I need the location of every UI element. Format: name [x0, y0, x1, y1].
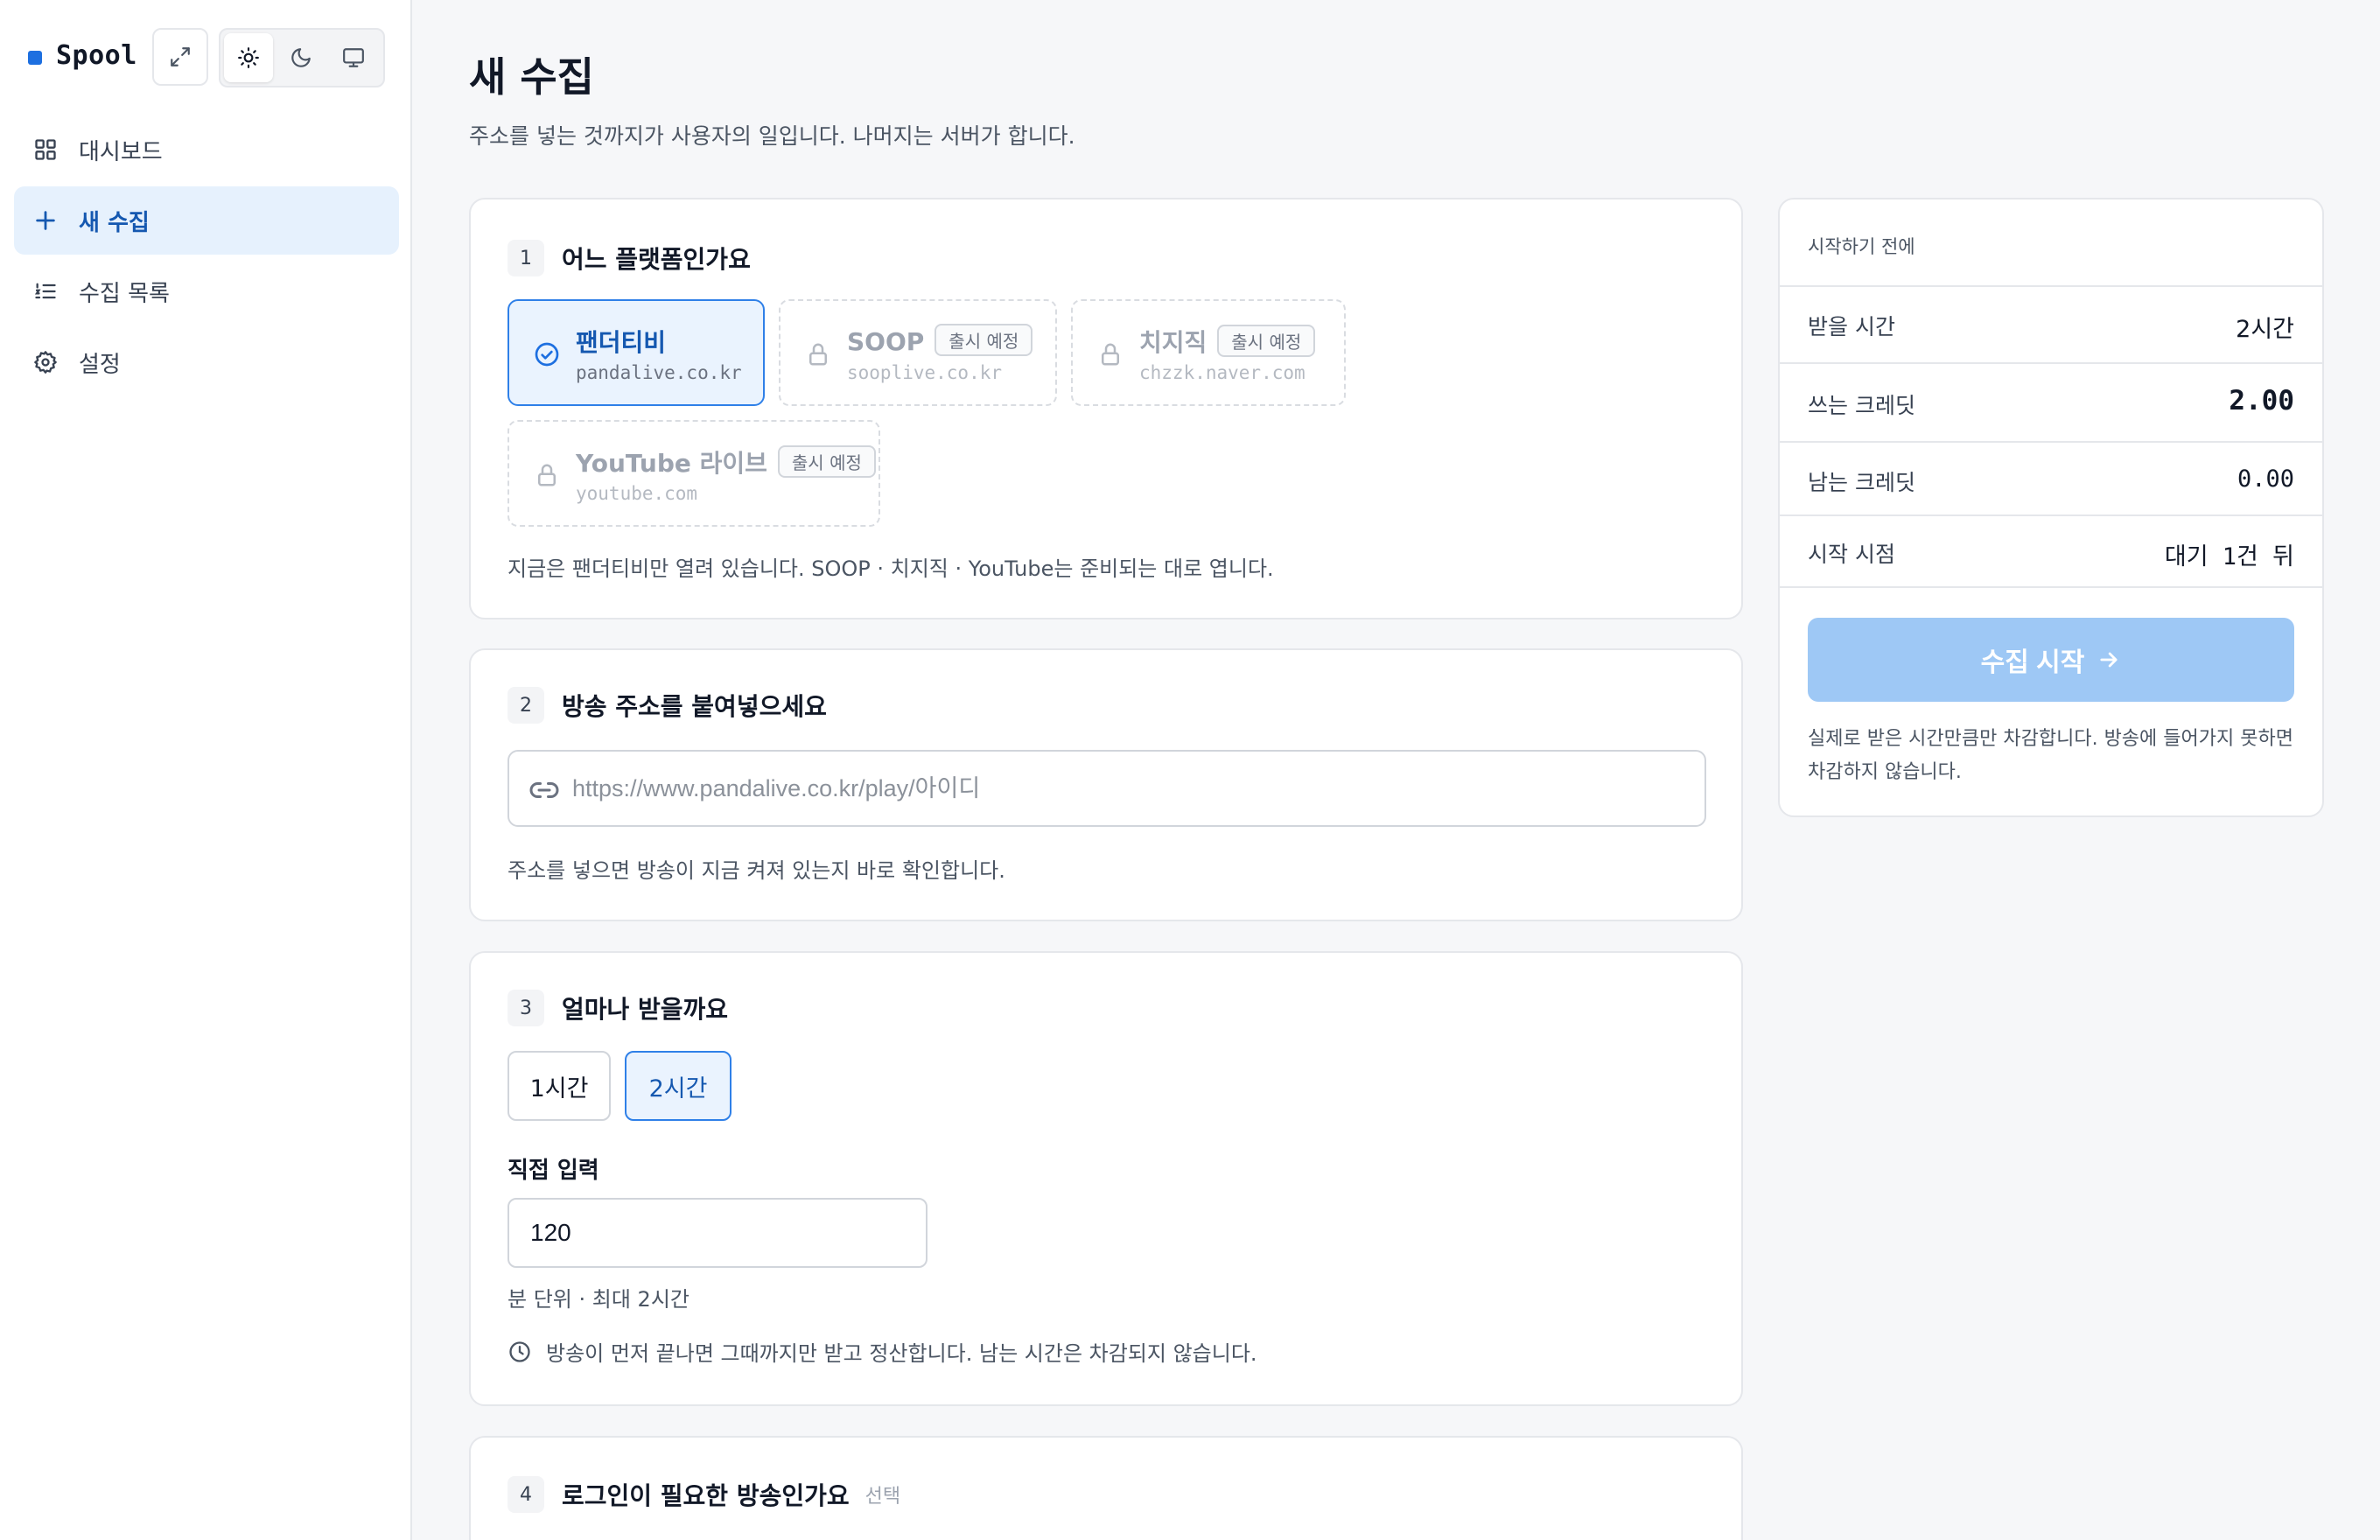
- step-header: 1 어느 플랫폼인가요: [508, 240, 751, 276]
- url-help-text: 주소를 넣으면 방송이 지금 켜져 있는지 바로 확인합니다.: [508, 858, 1005, 883]
- duration-note: 방송이 먼저 끝나면 그때까지만 받고 정산합니다. 남는 시간은 차감되지 않…: [508, 1336, 1257, 1367]
- step-login-card: 4 로그인이 필요한 방송인가요 선택: [469, 1436, 1743, 1540]
- summary-value: 2.00: [2229, 385, 2294, 416]
- stream-url-field: [508, 750, 1706, 827]
- platform-name-text: YouTube 라이브: [576, 449, 767, 478]
- light-theme-button[interactable]: [224, 33, 273, 82]
- sidebar-item-new-collection[interactable]: 새 수집: [14, 186, 399, 255]
- step-title: 얼마나 받을까요: [562, 995, 729, 1024]
- coming-soon-badge: 출시 예정: [777, 445, 876, 478]
- step-title: 로그인이 필요한 방송인가요: [562, 1481, 850, 1510]
- summary-note: 실제로 받은 시간만큼만 차감합니다. 방송에 들어가지 못하면 차감하지 않습…: [1808, 728, 2293, 783]
- platform-option-chzzk: 치지직 출시 예정 chzzk.naver.com: [1071, 299, 1346, 406]
- summary-row-credits-left: 남는 크레딧 0.00: [1780, 441, 2322, 514]
- summary-heading: 시작하기 전에: [1808, 236, 1915, 257]
- step-url-card: 2 방송 주소를 붙여넣으세요 주소를 넣으면 방송이 지금 켜져 있는지 바로…: [469, 648, 1743, 921]
- start-collection-button[interactable]: 수집 시작: [1808, 618, 2294, 702]
- moon-icon: [291, 48, 311, 67]
- platform-option-youtube: YouTube 라이브 출시 예정 youtube.com: [508, 420, 880, 527]
- brand-row: Spool: [0, 26, 412, 89]
- sidebar-item-settings[interactable]: 설정: [14, 328, 399, 396]
- sidebar-item-label: 설정: [79, 351, 121, 378]
- step-duration-card: 3 얼마나 받을까요 1시간 2시간 직접 입력 분 단위 · 최대 2시간 방…: [469, 951, 1743, 1406]
- duration-option-2h[interactable]: 2시간: [625, 1051, 732, 1121]
- summary-row-credits-used: 쓰는 크레딧 2.00: [1780, 362, 2322, 441]
- summary-key: 받을 시간: [1808, 314, 1895, 340]
- expand-icon: [171, 47, 190, 66]
- sidebar-item-label: 새 수집: [79, 209, 150, 236]
- custom-duration-field: [508, 1198, 928, 1268]
- dashboard-icon: [32, 136, 60, 164]
- summary-panel: 시작하기 전에 받을 시간 2시간 쓰는 크레딧 2.00 남는 크레딧 0.0…: [1778, 198, 2324, 817]
- summary-key: 시작 시점: [1808, 542, 1895, 567]
- custom-duration-label: 직접 입력: [508, 1158, 599, 1184]
- custom-duration-input[interactable]: [530, 1200, 906, 1266]
- step-title: 어느 플랫폼인가요: [562, 245, 751, 274]
- page-subtitle: 주소를 넣는 것까지가 사용자의 일입니다. 나머지는 서버가 합니다.: [469, 123, 1075, 149]
- start-button-label: 수집 시작: [1980, 648, 2085, 677]
- expand-button[interactable]: [152, 28, 208, 86]
- platform-domain: sooplive.co.kr: [847, 362, 1003, 383]
- sidebar-nav: 대시보드 새 수집 수집 목록 설정: [14, 116, 399, 399]
- stream-url-input[interactable]: [572, 752, 1692, 825]
- step-platform-card: 1 어느 플랫폼인가요 팬더티비 pandalive.co.kr SOOP 출시 …: [469, 198, 1743, 620]
- system-theme-button[interactable]: [329, 33, 378, 82]
- summary-row-start-time: 시작 시점 대기 1건 뒤: [1780, 514, 2322, 588]
- coming-soon-badge: 출시 예정: [1217, 325, 1316, 357]
- platform-name: 치지직 출시 예정: [1139, 324, 1316, 359]
- check-circle-icon: [532, 340, 562, 369]
- summary-row-duration: 받을 시간 2시간: [1780, 285, 2322, 362]
- platform-name: SOOP 출시 예정: [847, 324, 1033, 356]
- step-number: 1: [508, 240, 544, 276]
- summary-value: 2시간: [2236, 316, 2294, 343]
- step-number: 4: [508, 1476, 544, 1513]
- sidebar-item-label: 대시보드: [79, 138, 163, 165]
- brand-logo-icon: [28, 51, 42, 65]
- sidebar-item-collection-list[interactable]: 수집 목록: [14, 257, 399, 326]
- duration-option-1h[interactable]: 1시간: [508, 1051, 611, 1121]
- platform-domain: youtube.com: [576, 483, 698, 504]
- step-header: 4 로그인이 필요한 방송인가요 선택: [508, 1476, 900, 1513]
- link-icon: [529, 782, 559, 798]
- duration-unit-help: 분 단위 · 최대 2시간: [508, 1287, 690, 1312]
- clock-icon: [509, 1340, 530, 1362]
- summary-value: 0.00: [2236, 466, 2294, 493]
- step-title: 방송 주소를 붙여넣으세요: [562, 692, 827, 721]
- sidebar-item-dashboard[interactable]: 대시보드: [14, 116, 399, 184]
- platform-name: YouTube 라이브 출시 예정: [576, 444, 876, 480]
- brand-name: Spool: [56, 40, 137, 71]
- lock-icon: [803, 340, 833, 369]
- step-header: 2 방송 주소를 붙여넣으세요: [508, 687, 827, 724]
- duration-note-text: 방송이 먼저 끝나면 그때까지만 받고 정산합니다. 남는 시간은 차감되지 않…: [546, 1341, 1257, 1366]
- sun-icon: [238, 47, 259, 68]
- sidebar-item-label: 수집 목록: [79, 280, 170, 307]
- platform-name-text: 치지직: [1139, 328, 1208, 357]
- platform-domain: chzzk.naver.com: [1139, 362, 1306, 383]
- page-title: 새 수집: [469, 53, 594, 101]
- platform-option-pandatv[interactable]: 팬더티비 pandalive.co.kr: [508, 299, 765, 406]
- plus-icon: [32, 206, 60, 234]
- platform-option-soop: SOOP 출시 예정 sooplive.co.kr: [779, 299, 1057, 406]
- theme-switcher: [219, 28, 385, 88]
- gear-icon: [32, 348, 60, 376]
- optional-label: 선택: [864, 1486, 901, 1508]
- sidebar: Spool 대시보드 새 수집 수집 목록 설정: [0, 0, 412, 1540]
- dark-theme-button[interactable]: [276, 33, 326, 82]
- platform-name: 팬더티비: [576, 328, 667, 357]
- lock-icon: [532, 460, 562, 490]
- platform-domain: pandalive.co.kr: [576, 362, 742, 383]
- platform-name-text: SOOP: [847, 327, 925, 356]
- platform-help-text: 지금은 팬더티비만 열려 있습니다. SOOP · 치지직 · YouTube는…: [508, 556, 1274, 581]
- step-header: 3 얼마나 받을까요: [508, 990, 728, 1026]
- lock-icon: [1096, 340, 1125, 369]
- summary-key: 쓰는 크레딧: [1808, 393, 1915, 418]
- coming-soon-badge: 출시 예정: [934, 324, 1033, 356]
- arrow-right-icon: [2096, 648, 2121, 672]
- list-icon: [32, 277, 60, 305]
- step-number: 2: [508, 687, 544, 724]
- monitor-icon: [343, 48, 364, 67]
- summary-key: 남는 크레딧: [1808, 470, 1915, 495]
- summary-value: 대기 1건 뒤: [2164, 543, 2294, 570]
- step-number: 3: [508, 990, 544, 1026]
